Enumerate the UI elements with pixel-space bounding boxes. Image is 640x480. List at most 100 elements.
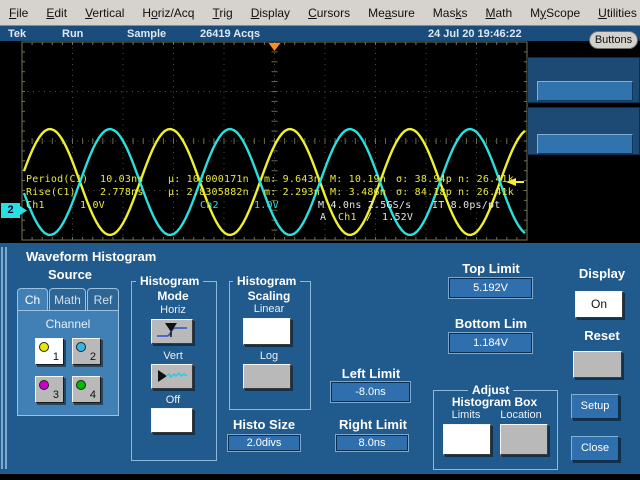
measurement-cell: m: 9.643n — [264, 174, 330, 185]
measurement-cell: n: 26.41k — [458, 187, 518, 198]
measurement-cell: M: 3.486n — [330, 187, 396, 198]
menu-item-horizacq[interactable]: Horiz/Acq — [133, 6, 203, 20]
histo-size-field[interactable]: 2.0divs — [228, 435, 300, 451]
display-on-button[interactable]: On — [575, 291, 623, 318]
bottom-limit-label: Bottom Lim — [450, 316, 532, 331]
ch2-position-marker[interactable]: 2 — [1, 203, 20, 218]
right-limit-field[interactable]: 8.0ns — [336, 435, 408, 451]
location-button[interactable] — [500, 424, 548, 455]
right-readout-panel-1 — [527, 57, 640, 103]
vert-option-label: Vert — [131, 350, 215, 362]
measurement-cell: 10.03ns — [100, 174, 168, 185]
acq-state: Run — [62, 28, 83, 40]
panel-title: Waveform Histogram — [26, 249, 156, 264]
panel-grip-line — [1, 247, 3, 469]
close-button[interactable]: Close — [571, 436, 619, 461]
horiz-mode-icon — [152, 320, 192, 343]
measurement-cell: Period(C1) — [26, 174, 100, 185]
measurement-cell: M: 10.19n — [330, 174, 396, 185]
measurement-cell: σ: 38.94p — [396, 174, 458, 185]
menu-item-measure[interactable]: Measure — [359, 6, 424, 20]
vert-mode-button[interactable] — [151, 364, 193, 389]
menu-item-masks[interactable]: Masks — [424, 6, 477, 20]
channel-color-dot — [76, 380, 86, 390]
measurement-cell: n: 26.41k — [458, 174, 518, 185]
interp-readout: IT 8.0ps/pt — [432, 200, 500, 211]
off-mode-button[interactable] — [151, 408, 193, 433]
limits-button[interactable] — [443, 424, 491, 455]
oscilloscope-screen: FileEditVerticalHoriz/AcqTrigDisplayCurs… — [0, 0, 640, 480]
reset-button[interactable] — [573, 351, 622, 378]
setup-button[interactable]: Setup — [571, 394, 619, 419]
measurement-cell: μ: 10.000171n — [168, 174, 264, 185]
menu-item-math[interactable]: Math — [476, 6, 521, 20]
linear-scaling-button[interactable] — [243, 318, 291, 345]
ch2-scale: 1.0V — [254, 200, 279, 211]
channel-label: Channel — [18, 317, 118, 331]
tab-math[interactable]: Math — [49, 288, 86, 310]
scaling-label: Scaling — [229, 289, 309, 303]
measurement-row: Period(C1)10.03nsμ: 10.000171nm: 9.643nM… — [26, 174, 518, 185]
source-tab-content: Channel 1 2 3 4 — [17, 310, 119, 416]
menu-item-file[interactable]: File — [0, 6, 37, 20]
horiz-mode-button[interactable] — [151, 319, 193, 344]
channel-3-button[interactable]: 3 — [35, 376, 64, 403]
menu-item-vertical[interactable]: Vertical — [76, 6, 133, 20]
right-limit-label: Right Limit — [335, 417, 411, 432]
histo-size-label: Histo Size — [228, 417, 300, 432]
display-label: Display — [570, 266, 634, 281]
trigger-slope-icon: ∕ — [366, 212, 372, 223]
channel-color-dot — [39, 342, 49, 352]
log-scaling-button[interactable] — [243, 364, 291, 389]
reset-label: Reset — [570, 328, 634, 343]
log-option-label: Log — [229, 350, 309, 362]
channel-4-button[interactable]: 4 — [72, 376, 101, 403]
ch2-readout-label: Ch2 — [200, 200, 219, 211]
status-bar: Tek Run Sample 26419 Acqs 24 Jul 20 19:4… — [0, 26, 640, 42]
histogram-box-label: Histogram Box — [433, 395, 556, 409]
buttons-button[interactable]: Buttons — [589, 31, 638, 49]
measurement-cell: Rise(C1) — [26, 187, 100, 198]
right-readout-bar-1[interactable] — [537, 81, 633, 101]
acq-mode: Sample — [127, 28, 166, 40]
horiz-option-label: Horiz — [131, 304, 215, 316]
menu-item-trig[interactable]: Trig — [203, 6, 241, 20]
left-limit-field[interactable]: -8.0ns — [331, 382, 410, 402]
measurement-cell: σ: 84.18p — [396, 187, 458, 198]
measurement-cell: μ: 2.8305882n — [168, 187, 264, 198]
menu-bar: FileEditVerticalHoriz/AcqTrigDisplayCurs… — [0, 0, 640, 26]
left-limit-label: Left Limit — [332, 366, 410, 381]
vert-mode-icon — [152, 365, 192, 388]
bottom-limit-field[interactable]: 1.184V — [449, 333, 532, 353]
channel-1-button[interactable]: 1 — [35, 338, 64, 365]
channel-number: 4 — [90, 389, 96, 401]
source-label: Source — [40, 267, 100, 282]
channel-color-dot — [39, 380, 49, 390]
right-readout-panel-2 — [527, 107, 640, 155]
location-option-label: Location — [495, 409, 547, 421]
trigger-level: 1.52V — [382, 212, 413, 223]
ch2-marker-arrow — [20, 203, 28, 218]
ch1-scale: 1.0V — [80, 200, 105, 211]
channel-2-button[interactable]: 2 — [72, 338, 101, 365]
menu-item-cursors[interactable]: Cursors — [299, 6, 359, 20]
waveform-histogram-panel: Waveform Histogram Source Ch Math Ref Ch… — [0, 243, 640, 474]
bottom-black-strip — [0, 474, 640, 480]
measurement-row: Rise(C1)2.778nsμ: 2.8305882nm: 2.293nM: … — [26, 187, 518, 198]
channel-color-dot — [76, 342, 86, 352]
menu-item-myscope[interactable]: MyScope — [521, 6, 589, 20]
tab-ch[interactable]: Ch — [17, 288, 48, 310]
trigger-source: Ch1 — [338, 212, 357, 223]
panel-grip-line — [5, 247, 7, 469]
ch1-readout-label: Ch1 — [26, 200, 45, 211]
linear-option-label: Linear — [229, 303, 309, 315]
menu-item-display[interactable]: Display — [242, 6, 299, 20]
tab-ref[interactable]: Ref — [87, 288, 119, 310]
channel-number: 2 — [90, 351, 96, 363]
right-readout-bar-2[interactable] — [537, 134, 633, 154]
histogram-scaling-group-caption: Histogram — [233, 274, 300, 288]
menu-item-edit[interactable]: Edit — [37, 6, 76, 20]
menu-item-utilities[interactable]: Utilities — [589, 6, 640, 20]
measurement-cell: 2.778ns — [100, 187, 168, 198]
top-limit-field[interactable]: 5.192V — [449, 278, 532, 298]
